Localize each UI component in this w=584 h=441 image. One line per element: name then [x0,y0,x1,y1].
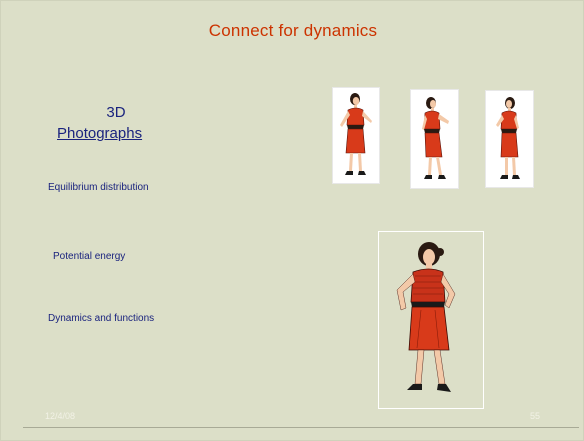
figure-frame-1 [333,88,379,183]
dancing-woman-icon [422,97,449,179]
dynamics-functions-label: Dynamics and functions [48,313,155,324]
slide-title: Connect for dynamics [208,21,378,40]
figure-frame-large [378,231,484,409]
figure-frame-3 [486,91,533,187]
slide: Connect for dynamics 3D Photographs Equi… [0,0,584,441]
photographs-link[interactable]: Photographs [57,125,142,142]
equilibrium-distribution-label: Equilibrium distribution [48,182,149,193]
dancing-woman-icon [340,93,372,175]
potential-energy-label: Potential energy [53,251,126,262]
dancing-woman-large-icon [396,242,456,392]
dancing-woman-icon [496,97,520,179]
figure-frame-2 [411,90,458,188]
footer-page-number: 55 [530,411,541,421]
footer-date: 12/4/08 [45,411,76,421]
heading-3d: 3D [106,104,126,121]
footer-divider [23,427,579,428]
